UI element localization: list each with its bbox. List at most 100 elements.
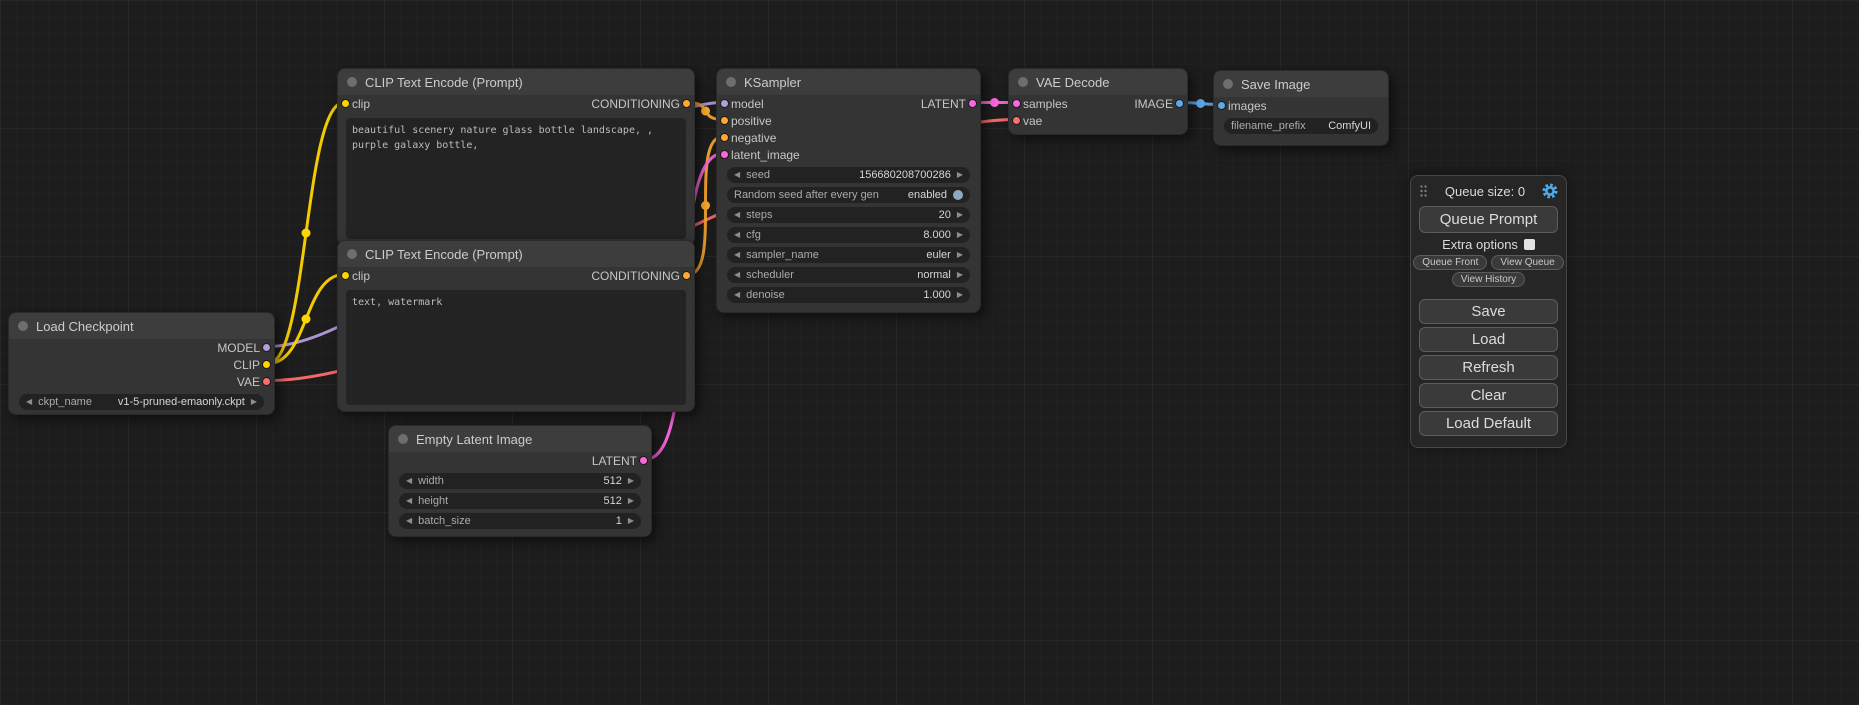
latent-output-slot[interactable] xyxy=(968,99,977,108)
slot-row: CLIP xyxy=(9,356,274,373)
denoise-widget[interactable]: ◀ denoise 1.000 ▶ xyxy=(727,287,970,303)
queue-size-label: Queue size: 0 xyxy=(1434,184,1536,199)
drag-handle-icon[interactable] xyxy=(1419,184,1428,198)
increment-arrow-icon[interactable]: ▶ xyxy=(957,271,963,279)
widget-value: 512 xyxy=(603,475,621,487)
output-label: MODEL xyxy=(217,341,260,355)
widget-label: steps xyxy=(746,209,772,221)
collapse-dot-icon[interactable] xyxy=(1018,77,1028,87)
node-titlebar[interactable]: Empty Latent Image xyxy=(389,426,651,452)
extra-options-label: Extra options xyxy=(1442,237,1518,252)
clip-input-slot[interactable] xyxy=(341,99,350,108)
negative-input-slot[interactable] xyxy=(720,133,729,142)
decrement-arrow-icon[interactable]: ◀ xyxy=(26,398,32,406)
node-titlebar[interactable]: CLIP Text Encode (Prompt) xyxy=(338,241,694,267)
refresh-button[interactable]: Refresh xyxy=(1419,355,1558,380)
node-ksampler: KSampler model LATENT positive negative … xyxy=(716,68,981,313)
node-titlebar[interactable]: CLIP Text Encode (Prompt) xyxy=(338,69,694,95)
decrement-arrow-icon[interactable]: ◀ xyxy=(406,517,412,525)
model-output-slot[interactable] xyxy=(262,343,271,352)
image-output-slot[interactable] xyxy=(1175,99,1184,108)
node-title: Load Checkpoint xyxy=(36,319,134,334)
batch-size-widget[interactable]: ◀ batch_size 1 ▶ xyxy=(399,513,641,529)
queue-prompt-button[interactable]: Queue Prompt xyxy=(1419,206,1558,233)
decrement-arrow-icon[interactable]: ◀ xyxy=(734,211,740,219)
conditioning-output-slot[interactable] xyxy=(682,271,691,280)
node-title: VAE Decode xyxy=(1036,75,1109,90)
positive-input-slot[interactable] xyxy=(720,116,729,125)
filename-prefix-widget[interactable]: filename_prefix ComfyUI xyxy=(1224,118,1378,134)
increment-arrow-icon[interactable]: ▶ xyxy=(628,517,634,525)
extra-options-checkbox[interactable] xyxy=(1524,239,1535,250)
negative-prompt-textarea[interactable]: text, watermark xyxy=(346,290,686,405)
slot-row: model LATENT xyxy=(717,95,980,112)
extra-options-row: Extra options xyxy=(1411,237,1566,252)
node-titlebar[interactable]: KSampler xyxy=(717,69,980,95)
sampler-name-widget[interactable]: ◀ sampler_name euler ▶ xyxy=(727,247,970,263)
samples-input-slot[interactable] xyxy=(1012,99,1021,108)
view-queue-button[interactable]: View Queue xyxy=(1491,255,1563,270)
ckpt-name-widget[interactable]: ◀ ckpt_name v1-5-pruned-emaonly.ckpt ▶ xyxy=(19,394,264,410)
decrement-arrow-icon[interactable]: ◀ xyxy=(734,251,740,259)
width-widget[interactable]: ◀ width 512 ▶ xyxy=(399,473,641,489)
scheduler-widget[interactable]: ◀ scheduler normal ▶ xyxy=(727,267,970,283)
decrement-arrow-icon[interactable]: ◀ xyxy=(734,291,740,299)
node-titlebar[interactable]: Load Checkpoint xyxy=(9,313,274,339)
seed-widget[interactable]: ◀ seed 156680208700286 ▶ xyxy=(727,167,970,183)
collapse-dot-icon[interactable] xyxy=(398,434,408,444)
model-input-slot[interactable] xyxy=(720,99,729,108)
clip-input-slot[interactable] xyxy=(341,271,350,280)
vae-output-slot[interactable] xyxy=(262,377,271,386)
node-titlebar[interactable]: Save Image xyxy=(1214,71,1388,97)
wire-ksampler-vae-midpoint xyxy=(990,98,999,107)
collapse-dot-icon[interactable] xyxy=(18,321,28,331)
increment-arrow-icon[interactable]: ▶ xyxy=(957,231,963,239)
decrement-arrow-icon[interactable]: ◀ xyxy=(406,497,412,505)
increment-arrow-icon[interactable]: ▶ xyxy=(628,477,634,485)
increment-arrow-icon[interactable]: ▶ xyxy=(251,398,257,406)
decrement-arrow-icon[interactable]: ◀ xyxy=(406,477,412,485)
input-label: samples xyxy=(1023,97,1068,111)
node-title: CLIP Text Encode (Prompt) xyxy=(365,247,523,262)
latent-image-input-slot[interactable] xyxy=(720,150,729,159)
collapse-dot-icon[interactable] xyxy=(1223,79,1233,89)
slot-row: vae xyxy=(1009,112,1187,129)
decrement-arrow-icon[interactable]: ◀ xyxy=(734,231,740,239)
vae-input-slot[interactable] xyxy=(1012,116,1021,125)
latent-output-slot[interactable] xyxy=(639,456,648,465)
settings-gear-icon[interactable] xyxy=(1542,183,1558,199)
height-widget[interactable]: ◀ height 512 ▶ xyxy=(399,493,641,509)
output-label: VAE xyxy=(237,375,260,389)
queue-front-button[interactable]: Queue Front xyxy=(1413,255,1487,270)
clear-button[interactable]: Clear xyxy=(1419,383,1558,408)
load-button[interactable]: Load xyxy=(1419,327,1558,352)
widget-value: 156680208700286 xyxy=(859,169,951,181)
save-button[interactable]: Save xyxy=(1419,299,1558,324)
decrement-arrow-icon[interactable]: ◀ xyxy=(734,171,740,179)
increment-arrow-icon[interactable]: ▶ xyxy=(957,251,963,259)
clip-output-slot[interactable] xyxy=(262,360,271,369)
increment-arrow-icon[interactable]: ▶ xyxy=(957,211,963,219)
increment-arrow-icon[interactable]: ▶ xyxy=(957,291,963,299)
conditioning-output-slot[interactable] xyxy=(682,99,691,108)
toggle-dot-icon[interactable] xyxy=(953,190,963,200)
input-label: images xyxy=(1228,99,1267,113)
collapse-dot-icon[interactable] xyxy=(726,77,736,87)
slot-row: samples IMAGE xyxy=(1009,95,1187,112)
node-titlebar[interactable]: VAE Decode xyxy=(1009,69,1187,95)
decrement-arrow-icon[interactable]: ◀ xyxy=(734,271,740,279)
load-default-button[interactable]: Load Default xyxy=(1419,411,1558,436)
slot-row: latent_image xyxy=(717,146,980,163)
view-history-button[interactable]: View History xyxy=(1452,272,1525,287)
increment-arrow-icon[interactable]: ▶ xyxy=(628,497,634,505)
images-input-slot[interactable] xyxy=(1217,101,1226,110)
increment-arrow-icon[interactable]: ▶ xyxy=(957,171,963,179)
widget-label: denoise xyxy=(746,289,785,301)
random-seed-toggle-widget[interactable]: Random seed after every gen enabled xyxy=(727,187,970,203)
positive-prompt-textarea[interactable]: beautiful scenery nature glass bottle la… xyxy=(346,118,686,239)
node-graph-canvas[interactable]: { "icons": { "arrow_left": "◀", "arrow_r… xyxy=(0,0,1859,705)
cfg-widget[interactable]: ◀ cfg 8.000 ▶ xyxy=(727,227,970,243)
collapse-dot-icon[interactable] xyxy=(347,77,357,87)
collapse-dot-icon[interactable] xyxy=(347,249,357,259)
steps-widget[interactable]: ◀ steps 20 ▶ xyxy=(727,207,970,223)
